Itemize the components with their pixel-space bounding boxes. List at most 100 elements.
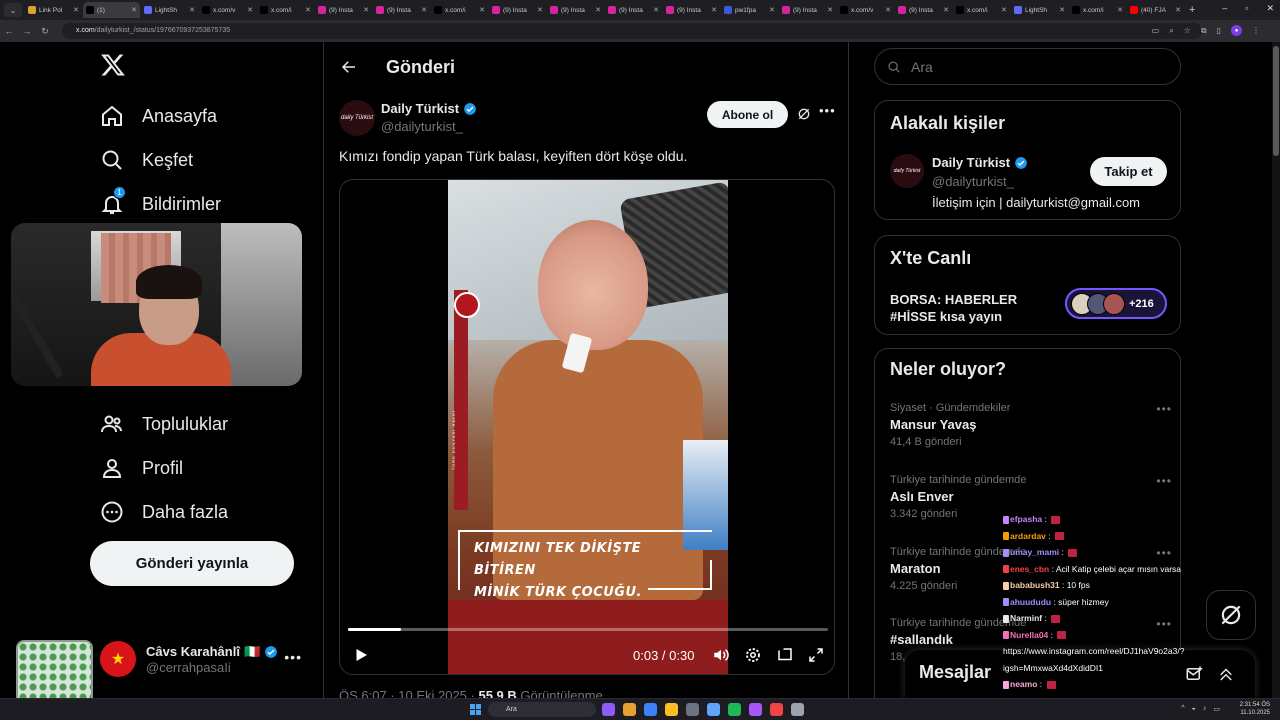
- browser-tab[interactable]: (1) ✕: [83, 2, 140, 18]
- grok-icon[interactable]: [796, 106, 812, 122]
- close-window-button[interactable]: ✕: [1266, 3, 1274, 14]
- nav-notifications[interactable]: 1 Bildirimler: [100, 186, 221, 219]
- browser-tab[interactable]: (9) Insta ✕: [779, 2, 836, 18]
- live-participants[interactable]: +216: [1065, 288, 1167, 319]
- related-name-row[interactable]: Daily Türkist: [932, 155, 1028, 170]
- chrome-icon[interactable]: [770, 703, 783, 716]
- battery-icon[interactable]: ▭: [1213, 705, 1220, 713]
- browser-tab[interactable]: x.com/v ✕: [837, 2, 894, 18]
- folder-icon[interactable]: [623, 703, 636, 716]
- edge-icon[interactable]: [644, 703, 657, 716]
- video-progress-bar[interactable]: [348, 628, 828, 631]
- browser-tab[interactable]: x.com/i ✕: [1069, 2, 1126, 18]
- tab-close-icon[interactable]: ✕: [421, 6, 427, 14]
- browser-tab[interactable]: (9) Insta ✕: [663, 2, 720, 18]
- tab-close-icon[interactable]: ✕: [73, 6, 79, 14]
- video-player[interactable]: TÜRK DÜNYASI HALKI KIMIZINI TEK DİKİŞTE …: [339, 179, 835, 675]
- nav-explore[interactable]: Keşfet: [100, 145, 193, 175]
- account-more-icon[interactable]: •••: [284, 649, 302, 665]
- browser-tab[interactable]: x.com/i ✕: [257, 2, 314, 18]
- app-icon[interactable]: [707, 703, 720, 716]
- settings-gear-icon[interactable]: [744, 646, 762, 664]
- start-icon[interactable]: [470, 704, 481, 715]
- trend-more-icon[interactable]: •••: [1156, 402, 1172, 416]
- tab-close-icon[interactable]: ✕: [131, 6, 137, 14]
- nav-home[interactable]: Anasayfa: [100, 101, 217, 131]
- network-icon[interactable]: ◒: [1192, 705, 1196, 713]
- nav-communities[interactable]: Topluluklar: [100, 409, 228, 439]
- search-box[interactable]: [874, 48, 1181, 85]
- tab-close-icon[interactable]: ✕: [1175, 6, 1181, 14]
- tab-close-icon[interactable]: ✕: [943, 6, 949, 14]
- follow-button[interactable]: Takip et: [1090, 157, 1167, 186]
- picture-in-picture-icon[interactable]: [776, 646, 794, 664]
- reload-icon[interactable]: ↻: [36, 26, 54, 37]
- post-button[interactable]: Gönderi yayınla: [90, 541, 294, 586]
- back-icon[interactable]: ←: [0, 26, 18, 36]
- scrollbar-thumb[interactable]: [1273, 46, 1279, 156]
- app-icon[interactable]: [791, 703, 804, 716]
- play-icon[interactable]: [352, 646, 370, 664]
- zoom-icon[interactable]: ⌕: [1169, 26, 1173, 36]
- back-arrow-icon[interactable]: [340, 58, 358, 76]
- browser-menu-icon[interactable]: ⋮: [1252, 26, 1260, 35]
- account-switcher[interactable]: ★ Câvs Karahânlî 🇮🇹 @cerrahpasaIi •••: [100, 637, 310, 681]
- tab-close-icon[interactable]: ✕: [769, 6, 775, 14]
- forward-icon[interactable]: →: [18, 26, 36, 36]
- browser-tab[interactable]: LightSh ✕: [141, 2, 198, 18]
- tab-close-icon[interactable]: ✕: [537, 6, 543, 14]
- tab-close-icon[interactable]: ✕: [479, 6, 485, 14]
- subscribe-button[interactable]: Abone ol: [707, 101, 788, 128]
- browser-tab[interactable]: (9) Insta ✕: [489, 2, 546, 18]
- browser-tab[interactable]: pw1fpa ✕: [721, 2, 778, 18]
- browser-tab[interactable]: LightSh ✕: [1011, 2, 1068, 18]
- extensions-icon[interactable]: ⧉: [1201, 26, 1207, 36]
- tab-close-icon[interactable]: ✕: [885, 6, 891, 14]
- nav-more[interactable]: Daha fazla: [100, 497, 228, 527]
- browser-tab[interactable]: x.com/v ✕: [199, 2, 256, 18]
- profile-avatar-icon[interactable]: ●: [1231, 25, 1242, 36]
- post-author-avatar[interactable]: daily Türkist: [339, 100, 375, 136]
- taskbar-search[interactable]: Ara: [488, 702, 596, 717]
- live-stream-title[interactable]: BORSA: HABERLER #HİSSE kısa yayın: [890, 291, 1060, 325]
- post-author-handle[interactable]: @dailyturkist_: [381, 119, 463, 134]
- fullscreen-icon[interactable]: [807, 646, 825, 664]
- post-author-name[interactable]: Daily Türkist: [381, 101, 459, 116]
- explorer-icon[interactable]: [665, 703, 678, 716]
- tab-close-icon[interactable]: ✕: [653, 6, 659, 14]
- trend-item[interactable]: Siyaset · Gündemdekiler Mansur Yavaş 41,…: [890, 402, 1172, 462]
- spotify-icon[interactable]: [728, 703, 741, 716]
- browser-tab[interactable]: (40) FJA ✕: [1127, 2, 1184, 18]
- cast-icon[interactable]: ▭: [1152, 26, 1160, 35]
- tab-close-icon[interactable]: ✕: [595, 6, 601, 14]
- tab-close-icon[interactable]: ✕: [827, 6, 833, 14]
- app-icon[interactable]: [749, 703, 762, 716]
- tab-close-icon[interactable]: ✕: [1001, 6, 1007, 14]
- browser-tab[interactable]: Link Pol ✕: [25, 2, 82, 18]
- app-icon[interactable]: [686, 703, 699, 716]
- new-tab-button[interactable]: +: [1189, 4, 1195, 16]
- tab-search-button[interactable]: ⌄: [4, 3, 22, 17]
- tab-close-icon[interactable]: ✕: [1059, 6, 1065, 14]
- tab-close-icon[interactable]: ✕: [189, 6, 195, 14]
- trend-more-icon[interactable]: •••: [1156, 474, 1172, 488]
- app-icon[interactable]: [602, 703, 615, 716]
- tab-close-icon[interactable]: ✕: [1117, 6, 1123, 14]
- nav-profile[interactable]: Profil: [100, 453, 183, 483]
- taskbar-clock[interactable]: 2:31:54 ÖS 11.10.2025: [1240, 701, 1270, 717]
- browser-tab[interactable]: (9) Insta ✕: [373, 2, 430, 18]
- browser-tab[interactable]: x.com/i ✕: [431, 2, 488, 18]
- tab-close-icon[interactable]: ✕: [363, 6, 369, 14]
- browser-tab[interactable]: x.com/i ✕: [953, 2, 1010, 18]
- volume-tray-icon[interactable]: ♪: [1203, 705, 1207, 713]
- volume-icon[interactable]: [712, 646, 730, 664]
- page-scrollbar[interactable]: [1272, 42, 1280, 698]
- related-avatar[interactable]: daily Türkist: [890, 154, 924, 188]
- sidebar-icon[interactable]: ▯: [1217, 26, 1221, 35]
- browser-tab[interactable]: (9) Insta ✕: [315, 2, 372, 18]
- search-input[interactable]: [911, 58, 1151, 75]
- tab-close-icon[interactable]: ✕: [711, 6, 717, 14]
- tab-close-icon[interactable]: ✕: [247, 6, 253, 14]
- browser-tab[interactable]: (9) Insta ✕: [547, 2, 604, 18]
- maximize-button[interactable]: ▫: [1245, 3, 1248, 14]
